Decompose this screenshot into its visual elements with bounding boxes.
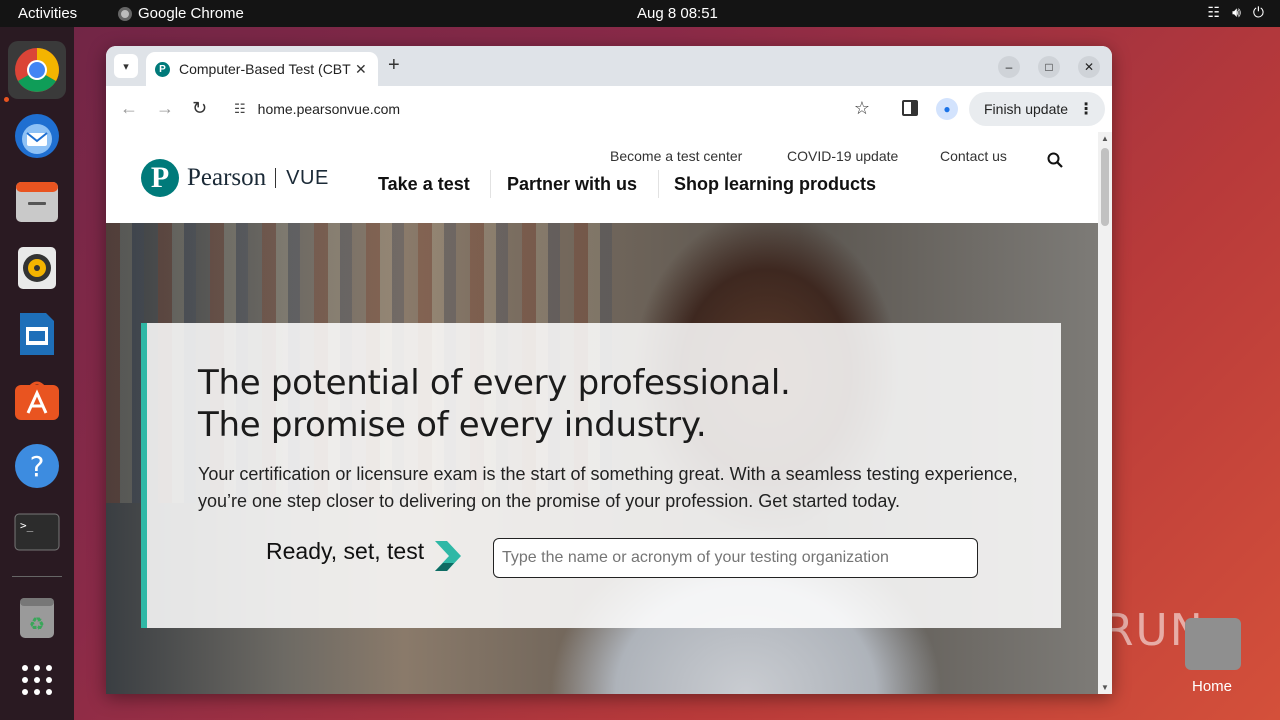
dock-separator [12, 576, 62, 577]
url-text: home.pearsonvue.com [257, 101, 401, 117]
svg-text:♻: ♻ [29, 614, 45, 635]
dock-rhythmbox[interactable] [8, 239, 66, 297]
link-covid-update[interactable]: COVID-19 update [787, 148, 898, 164]
logo-divider [275, 168, 277, 188]
nav-partner-with-us[interactable]: Partner with us [507, 174, 637, 195]
hero-subcopy: Your certification or licensure exam is … [198, 464, 1018, 511]
hero-card: The potential of every professional. The… [141, 323, 1061, 628]
terminal-icon: >_ [14, 513, 60, 551]
nav-take-a-test[interactable]: Take a test [378, 174, 470, 195]
site-header: P Pearson VUE Become a test center COVID… [106, 132, 1098, 223]
maximize-button[interactable]: □ [1038, 56, 1060, 78]
dock: ? >_ ♻ [0, 27, 74, 720]
testing-organization-search-input[interactable] [493, 538, 978, 578]
scroll-thumb[interactable] [1101, 148, 1109, 226]
hero-banner: The potential of every professional. The… [106, 223, 1098, 694]
hero-headline-line1: The potential of every professional. [198, 363, 791, 403]
tab-active[interactable]: P Computer-Based Test (CBT) ✕ [146, 52, 378, 86]
page-viewport: P Pearson VUE Become a test center COVID… [106, 132, 1098, 694]
browser-toolbar: ← → ↻ ☷ home.pearsonvue.com ☆ ● Finish u… [106, 86, 1112, 132]
pearson-p-icon: P [141, 159, 179, 197]
new-tab-button[interactable]: + [388, 54, 400, 77]
dock-trash[interactable]: ♻ [8, 589, 66, 647]
focused-app-menu[interactable]: Google Chrome [118, 5, 244, 22]
clock[interactable]: Aug 8 08:51 [637, 5, 718, 22]
activities-button[interactable]: Activities [18, 5, 77, 22]
dock-writer[interactable] [8, 305, 66, 363]
system-top-bar: Activities Google Chrome Aug 8 08:51 ☷ 🔊… [0, 0, 1280, 27]
thunderbird-icon [15, 114, 59, 158]
more-menu-icon[interactable]: ⋮ [1078, 99, 1094, 119]
home-folder-icon[interactable] [1185, 618, 1241, 670]
volume-icon: 🔊︎ [1232, 4, 1241, 20]
help-icon: ? [15, 444, 59, 488]
focused-app-name: Google Chrome [138, 5, 244, 22]
files-icon [16, 182, 58, 222]
back-button[interactable]: ← [120, 98, 138, 119]
search-icon[interactable] [1047, 152, 1063, 168]
dock-help[interactable]: ? [8, 437, 66, 495]
home-folder-label: Home [1192, 678, 1233, 695]
tab-title: Computer-Based Test (CBT) [179, 61, 351, 77]
chevron-right-icon [435, 541, 461, 571]
minimize-button[interactable]: – [998, 56, 1020, 78]
dock-chrome[interactable] [8, 41, 66, 99]
browser-window: ▾ P Computer-Based Test (CBT) ✕ + – □ ✕ … [106, 46, 1112, 694]
nav-divider [490, 170, 491, 198]
app-center-icon [15, 381, 59, 420]
trash-icon: ♻ [20, 598, 54, 638]
network-icon: ☷ [1207, 4, 1221, 20]
logo-product: VUE [286, 166, 329, 189]
rhythmbox-icon [18, 247, 56, 289]
dock-app-center[interactable] [8, 371, 66, 429]
link-contact-us[interactable]: Contact us [940, 148, 1007, 164]
running-indicator [4, 97, 9, 102]
chrome-icon [15, 48, 59, 92]
dock-files[interactable] [8, 173, 66, 231]
pearson-vue-logo[interactable]: P Pearson VUE [141, 159, 329, 197]
scroll-down-arrow-icon[interactable]: ▼ [1101, 683, 1109, 692]
dock-thunderbird[interactable] [8, 107, 66, 165]
bookmark-star-icon[interactable]: ☆ [854, 98, 870, 119]
site-info-icon[interactable]: ☷ [234, 101, 246, 117]
chrome-small-icon [118, 6, 132, 21]
system-tray[interactable]: ☷ 🔊︎ ⏻ [1208, 4, 1264, 21]
finish-update-button[interactable]: Finish update ⋮ [969, 92, 1105, 126]
reload-button[interactable]: ↻ [192, 98, 207, 119]
hero-headline-line2: The promise of every industry. [198, 405, 707, 445]
logo-brand: Pearson [187, 164, 267, 191]
dock-app-grid[interactable] [8, 651, 66, 709]
forward-button[interactable]: → [156, 98, 174, 119]
address-bar[interactable]: ☷ home.pearsonvue.com ☆ [224, 92, 882, 126]
nav-shop-learning-products[interactable]: Shop learning products [674, 174, 876, 195]
close-window-button[interactable]: ✕ [1078, 56, 1100, 78]
pearson-favicon-icon: P [155, 61, 170, 77]
scroll-up-arrow-icon[interactable]: ▲ [1101, 134, 1109, 143]
svg-text:>_: >_ [20, 519, 34, 532]
nav-divider [658, 170, 659, 198]
svg-text:?: ? [30, 450, 45, 483]
side-panel-icon[interactable] [902, 100, 918, 116]
page-scrollbar[interactable]: ▲ ▼ [1098, 132, 1112, 694]
app-grid-icon [22, 665, 52, 695]
tab-search-button[interactable]: ▾ [114, 54, 138, 78]
dock-terminal[interactable]: >_ [8, 503, 66, 561]
tab-strip: ▾ P Computer-Based Test (CBT) ✕ + – □ ✕ [106, 46, 1112, 86]
writer-icon [20, 313, 54, 355]
profile-avatar-icon[interactable]: ● [936, 98, 958, 120]
power-icon: ⏻ [1252, 4, 1264, 20]
ready-set-test-label: Ready, set, test [266, 538, 425, 564]
link-become-test-center[interactable]: Become a test center [610, 148, 742, 164]
tab-close-icon[interactable]: ✕ [355, 61, 367, 78]
finish-update-label: Finish update [984, 101, 1069, 117]
